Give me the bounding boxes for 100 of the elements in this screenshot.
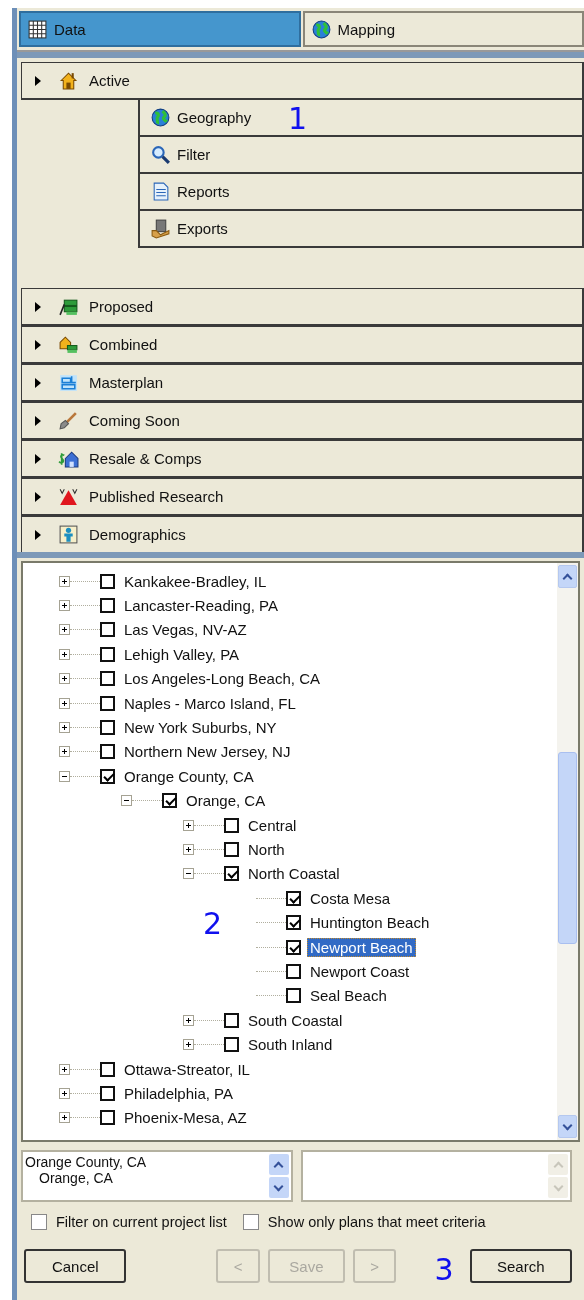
checkbox[interactable] (286, 963, 301, 979)
checkbox[interactable] (224, 866, 239, 882)
checkbox[interactable] (31, 1214, 47, 1230)
tree-item-label[interactable]: New York Suburbs, NY (121, 718, 280, 738)
house-plans-icon (58, 334, 79, 355)
expand-toggle[interactable] (59, 600, 70, 612)
button[interactable]: Cancel (24, 1249, 127, 1283)
checkbox[interactable] (100, 1110, 115, 1126)
accordion-header[interactable]: Resale & Comps (21, 440, 584, 478)
tree-item-label[interactable]: Huntington Beach (307, 913, 433, 933)
scrollbar[interactable] (557, 563, 578, 1140)
house-icon (58, 70, 79, 91)
expand-toggle[interactable] (183, 868, 194, 880)
expand-toggle[interactable] (121, 795, 132, 807)
checkbox[interactable] (224, 842, 239, 857)
checkbox[interactable] (100, 646, 115, 662)
tree-item-label[interactable]: Orange, CA (183, 791, 269, 811)
tree-item-label[interactable]: Kankakee-Bradley, IL (121, 571, 270, 591)
checkbox[interactable] (100, 744, 115, 760)
tree-item-label[interactable]: Lehigh Valley, PA (121, 644, 243, 664)
list-item[interactable]: Orange, CA (25, 1170, 265, 1186)
accordion-header[interactable]: Active (21, 62, 584, 100)
checkbox[interactable] (286, 915, 301, 931)
checkbox[interactable] (100, 695, 115, 711)
tree-item-label[interactable]: Seal Beach (307, 986, 390, 1006)
expand-toggle[interactable] (59, 673, 70, 685)
tree-item-label[interactable]: Central (245, 815, 300, 835)
tree-item-label[interactable]: Los Angeles-Long Beach, CA (121, 669, 323, 689)
checkbox-label: Filter on current project list (56, 1214, 227, 1230)
accordion-header[interactable]: Published Research (21, 478, 584, 516)
expand-toggle[interactable] (183, 1039, 194, 1051)
checkbox[interactable] (286, 988, 301, 1004)
expand-arrow-icon (34, 338, 42, 351)
expand-toggle[interactable] (183, 844, 194, 855)
tree-item-label[interactable]: Newport Beach (307, 937, 416, 957)
scroll-down-button[interactable] (268, 1177, 289, 1198)
checkbox[interactable] (100, 1061, 115, 1077)
tab[interactable]: Mapping (302, 11, 584, 47)
checkbox[interactable] (100, 573, 115, 589)
button[interactable]: Search (469, 1249, 572, 1283)
checkbox[interactable] (100, 768, 115, 784)
tree-item-label[interactable]: Las Vegas, NV-AZ (121, 620, 250, 640)
tree-item-label[interactable]: Northern New Jersey, NJ (121, 742, 294, 762)
scroll-down-button[interactable] (558, 1115, 577, 1138)
tree-item-label[interactable]: North Coastal (245, 864, 343, 884)
expand-toggle[interactable] (59, 697, 70, 709)
list-box[interactable]: Orange County, CA Orange, CA (21, 1150, 293, 1202)
tree-item-label[interactable]: Orange County, CA (121, 766, 257, 786)
accordion-header[interactable]: Demographics (21, 516, 584, 554)
accordion-header[interactable]: Masterplan (21, 364, 584, 402)
checkbox[interactable] (242, 1214, 259, 1230)
checkbox[interactable] (100, 720, 115, 736)
tree-item-label[interactable]: Philadelphia, PA (121, 1083, 236, 1103)
menu-item[interactable]: Filter (138, 137, 584, 174)
tray-icon (150, 218, 171, 239)
expand-arrow-icon (34, 528, 42, 541)
expand-toggle[interactable] (183, 819, 194, 831)
checkbox[interactable] (100, 671, 115, 687)
tree-item-label[interactable]: Naples - Marco Island, FL (121, 693, 299, 713)
checkbox[interactable] (100, 598, 115, 614)
expand-toggle[interactable] (59, 722, 70, 734)
tree-item-label[interactable]: North (245, 840, 288, 859)
expand-toggle[interactable] (59, 746, 70, 758)
checkbox[interactable] (286, 890, 301, 906)
checkbox[interactable] (162, 793, 177, 809)
expand-toggle[interactable] (59, 575, 70, 587)
expand-toggle[interactable] (59, 1087, 70, 1099)
expand-toggle[interactable] (59, 770, 70, 782)
house-dollar-icon (58, 448, 79, 469)
scroll-up-button[interactable] (268, 1154, 289, 1175)
expand-toggle[interactable] (59, 1112, 70, 1124)
checkbox[interactable] (224, 1012, 239, 1028)
tree-item-label[interactable]: Newport Coast (307, 961, 413, 981)
checkbox[interactable] (224, 817, 239, 833)
checkbox[interactable] (224, 1037, 239, 1053)
tree-item-label[interactable]: Ottawa-Streator, IL (121, 1059, 253, 1079)
globe-icon (310, 18, 332, 40)
checkbox[interactable] (100, 622, 115, 638)
scroll-up-button[interactable] (558, 565, 577, 588)
checkbox[interactable] (100, 1085, 115, 1101)
expand-arrow-icon (34, 490, 42, 503)
tree-item-label[interactable]: Lancaster-Reading, PA (121, 596, 281, 616)
accordion-header[interactable]: Combined (21, 326, 584, 364)
tree-item-label[interactable]: Costa Mesa (307, 888, 394, 908)
expand-toggle[interactable] (59, 1063, 70, 1075)
tree-item-label[interactable]: South Coastal (245, 1010, 346, 1030)
expand-toggle[interactable] (183, 1014, 194, 1026)
tree-item-label[interactable]: South Inland (245, 1035, 336, 1055)
expand-toggle[interactable] (59, 624, 70, 636)
menu-item[interactable]: Exports (138, 211, 584, 248)
menu-item[interactable]: Reports (138, 174, 584, 211)
list-item[interactable]: Orange County, CA (25, 1154, 265, 1170)
accordion-header[interactable]: Proposed (21, 288, 584, 326)
tab[interactable]: Data (19, 11, 301, 47)
expand-arrow-icon (34, 376, 42, 389)
scroll-thumb[interactable] (558, 752, 577, 944)
checkbox[interactable] (286, 939, 301, 955)
tree-item-label[interactable]: Phoenix-Mesa, AZ (121, 1108, 250, 1128)
expand-toggle[interactable] (59, 648, 70, 660)
accordion-header[interactable]: Coming Soon (21, 402, 584, 440)
